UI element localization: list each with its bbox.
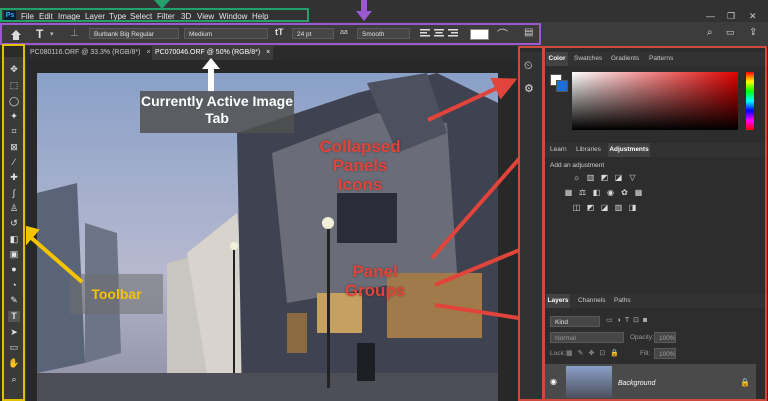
collapsed-panels-highlight: [518, 46, 544, 401]
toolbar-highlight: [2, 44, 25, 401]
panel-groups-highlight: [543, 46, 767, 401]
